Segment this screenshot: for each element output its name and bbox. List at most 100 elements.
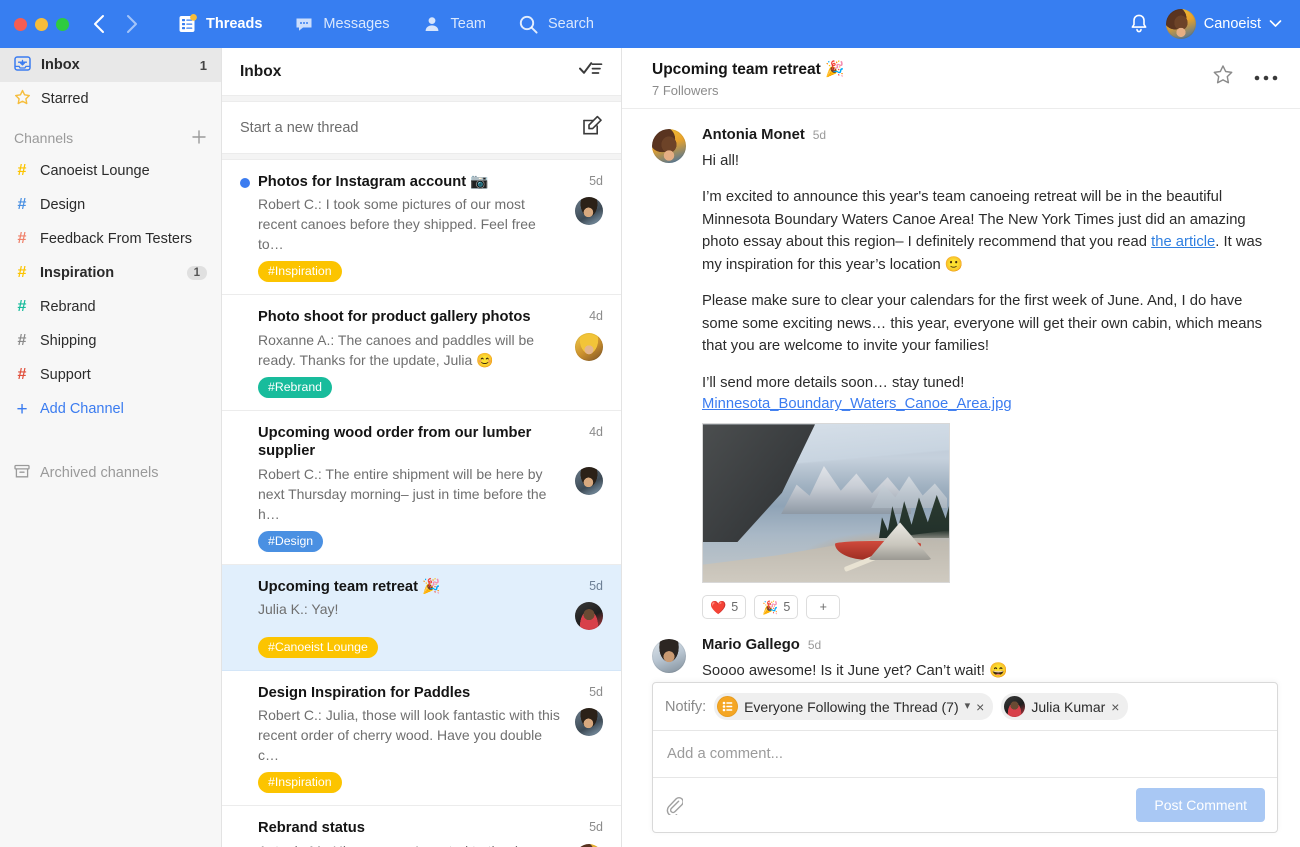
app-window: Threads Messages Team [0,0,1300,847]
back-icon[interactable] [87,13,109,35]
channel-tag-pill[interactable]: #Inspiration [258,772,342,793]
bell-icon[interactable] [1126,11,1152,37]
nav-search[interactable]: Search [502,0,610,48]
channel-tag-pill[interactable]: #Rebrand [258,377,332,398]
sidebar-item-add-channel[interactable]: + Add Channel [0,392,221,426]
hash-icon: # [14,230,30,248]
thread-list-title: Inbox [240,63,579,81]
nav-messages[interactable]: Messages [278,0,405,48]
chevron-down-icon[interactable]: ▾ [965,701,971,712]
sidebar-item-channel[interactable]: #Canoeist Lounge [0,154,221,188]
maximize-window-button[interactable] [56,18,69,31]
forward-icon[interactable] [121,13,143,35]
archived-label: Archived channels [40,465,207,481]
sidebar-item-channel[interactable]: #Design [0,188,221,222]
close-window-button[interactable] [14,18,27,31]
compose-icon[interactable] [582,115,603,140]
threads-icon [177,14,197,34]
post-comment-button[interactable]: Post Comment [1136,788,1265,822]
nav-threads[interactable]: Threads [161,0,278,48]
followers-count: 7 Followers [652,83,1212,98]
thread-list-item[interactable]: Upcoming team retreat 🎉5d Julia K.: Yay! #… [222,565,621,671]
channel-label: Inspiration [40,265,177,281]
thread-item-preview-row: Robert C.: I took some pictures of our m… [240,194,603,254]
thread-item-title-row: Upcoming wood order from our lumber supp… [240,424,603,461]
more-horizontal-icon[interactable] [1254,69,1278,87]
notify-chip-julia[interactable]: Julia Kumar × [1001,693,1128,720]
sidebar-item-channel[interactable]: # Feedback From Testers [0,222,221,256]
nav-team[interactable]: Team [406,0,502,48]
star-outline-icon[interactable] [1212,64,1234,91]
message: Mario Gallego 5d Soooo awesome! Is it Ju… [652,619,1278,682]
inbox-icon [14,55,31,76]
thread-item-preview: Robert C.: Julia, those will look fantas… [240,705,575,765]
thread-item-title: Design Inspiration for Paddles [258,684,573,702]
thread-item-preview: Robert C.: I took some pictures of our m… [240,194,575,254]
main-body: Inbox 1 Starred Channels #Canoeist Loung… [0,48,1300,847]
thread-item-preview-row: Antonia M.: Hi everyone. I wanted to tha… [240,841,603,847]
channel-label: Canoeist Lounge [40,163,207,179]
add-reaction-button[interactable]: + [806,595,840,619]
attachment-image[interactable] [702,423,950,583]
thread-item-age: 4d [589,309,603,323]
chevron-down-icon [1269,16,1282,32]
message-body: Mario Gallego 5d Soooo awesome! Is it Ju… [702,637,1278,682]
nav-messages-label: Messages [323,16,389,32]
window-controls [14,18,69,31]
paperclip-icon[interactable] [665,795,685,815]
sidebar-item-channel[interactable]: #Rebrand [0,290,221,324]
sidebar-item-channel[interactable]: #Shipping [0,324,221,358]
messages-icon [294,14,314,34]
avatar [652,639,686,673]
title-bar: Threads Messages Team [0,0,1300,48]
thread-item-title-row: Photo shoot for product gallery photos 4d [240,308,603,326]
reaction-party[interactable]: 🎉 5 [754,595,798,619]
sidebar-item-inbox[interactable]: Inbox 1 [0,48,221,82]
channel-tag-pill[interactable]: #Design [258,531,323,552]
user-menu[interactable]: Canoeist [1166,9,1282,39]
remove-chip-icon[interactable]: × [976,700,984,714]
page-title: Upcoming team retreat 🎉 [652,60,1212,79]
minimize-window-button[interactable] [35,18,48,31]
thread-item-title: Photo shoot for product gallery photos [258,308,573,326]
thread-item-title-row: Upcoming team retreat 🎉5d [240,578,603,596]
archive-icon [14,464,30,483]
thread-list-item[interactable]: Design Inspiration for Paddles5d Robert C… [222,671,621,806]
start-new-thread-row[interactable]: Start a new thread [222,102,621,153]
thread-list-item[interactable]: Upcoming wood order from our lumber supp… [222,411,621,565]
thread-item-title-row: Photos for Instagram account 📷5d [240,173,603,191]
hash-icon: # [14,264,30,282]
team-icon [422,14,442,34]
sidebar-item-archived[interactable]: Archived channels [0,456,221,490]
add-channel-plus-icon[interactable] [191,129,207,148]
add-channel-label: Add Channel [40,401,207,417]
thread-list-item[interactable]: Rebrand status5dAntonia M.: Hi everyone.… [222,806,621,847]
thread-item-title-row: Design Inspiration for Paddles5d [240,684,603,702]
messages-scroll[interactable]: Antonia Monet 5d Hi all! I’m excited to … [622,109,1300,682]
sidebar-item-starred[interactable]: Starred [0,82,221,116]
attachment-link[interactable]: Minnesota_Boundary_Waters_Canoe_Area.jpg [702,396,1278,412]
article-link[interactable]: the article [1151,234,1215,250]
channel-tag-pill[interactable]: #Inspiration [258,261,342,282]
user-name-label: Canoeist [1204,16,1261,32]
remove-chip-icon[interactable]: × [1111,700,1119,714]
search-icon [518,14,539,35]
thread-item-age: 4d [589,425,603,439]
comment-composer: Notify: Everyone Following the Thread (7… [652,682,1278,833]
avatar [575,602,603,630]
thread-items-scroll[interactable]: Photos for Instagram account 📷5d Robert C… [222,160,621,847]
check-list-icon[interactable] [579,60,603,83]
sidebar-item-channel[interactable]: # Inspiration 1 [0,256,221,290]
reaction-heart[interactable]: ❤️ 5 [702,595,746,619]
thread-item-title: Upcoming team retreat 🎉 [258,578,573,596]
hash-icon: # [14,298,30,316]
thread-list-item[interactable]: Photo shoot for product gallery photos 4d… [222,295,621,410]
thread-item-preview: Julia K.: Yay! [240,599,575,619]
notify-chip-everyone[interactable]: Everyone Following the Thread (7) ▾ × [714,693,993,720]
channel-unread-badge: 1 [187,266,207,280]
channel-label: Feedback From Testers [40,231,207,247]
sidebar-item-channel[interactable]: #Support [0,358,221,392]
thread-list-item[interactable]: Photos for Instagram account 📷5d Robert C… [222,160,621,295]
comment-input[interactable]: Add a comment... [653,731,1277,778]
channel-tag-pill[interactable]: #Canoeist Lounge [258,637,378,658]
